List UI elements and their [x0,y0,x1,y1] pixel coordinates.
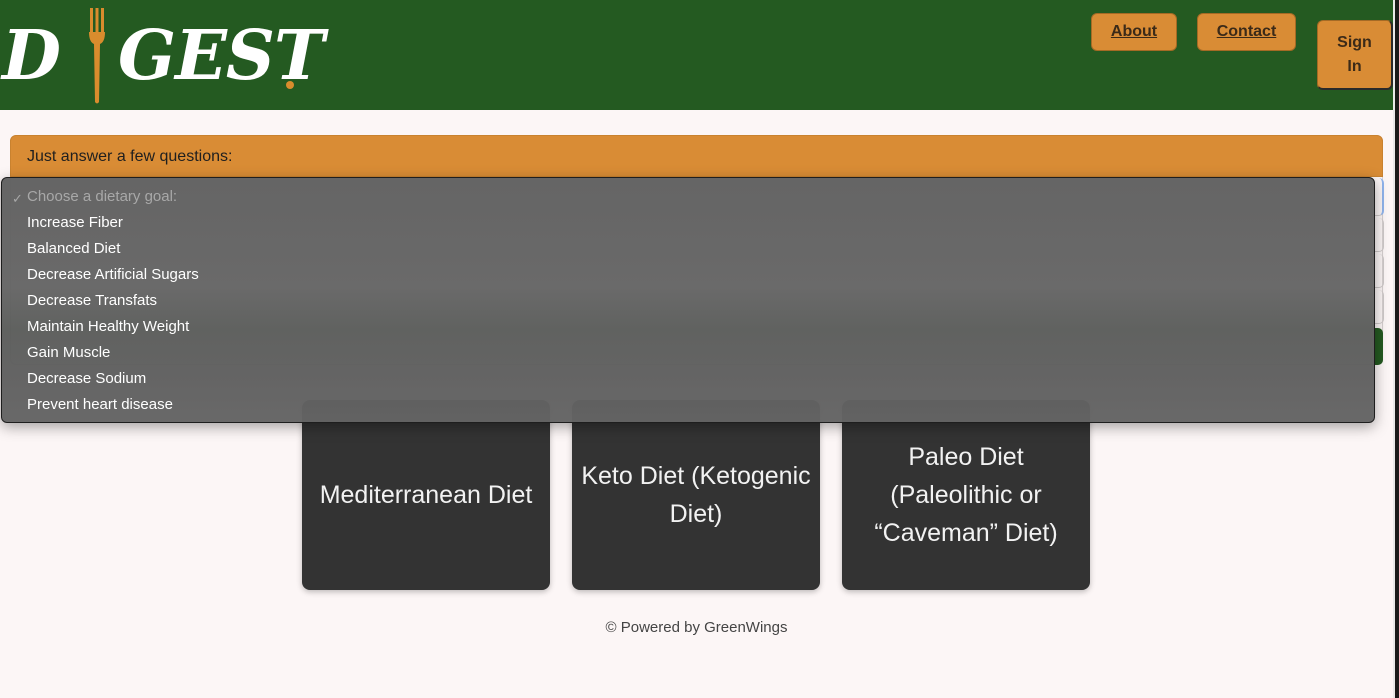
sign-in-label-line2: In [1347,57,1362,75]
question-field-4[interactable] [1374,290,1384,324]
dietary-goal-select[interactable] [1374,178,1384,216]
submit-button[interactable] [1374,328,1383,365]
logo-letters-gest: GEST [118,16,325,96]
diet-card-title: Paleo Diet (Paleolithic or “Caveman” Die… [874,443,1058,547]
dropdown-option[interactable]: Decrease Transfats [27,288,157,314]
logo-letter-d: D [2,16,61,96]
diet-card-title: Keto Diet (Ketogenic Diet) [581,462,811,528]
sign-in-label-line1: Sign [1337,33,1372,51]
question-field-3[interactable] [1374,254,1384,288]
diet-card-title: Mediterranean Diet [319,481,533,509]
dropdown-option-placeholder: Choose a dietary goal: [27,188,178,205]
site-header: D GEST About Contact Sign In [0,0,1395,110]
diet-card-paleo[interactable]: Paleo Diet (Paleolithic or “Caveman” Die… [842,400,1090,590]
questions-card-header: Just answer a few questions: [10,135,1383,177]
digest-logo[interactable]: D GEST [0,4,325,104]
dropdown-option[interactable]: Decrease Artificial Sugars [27,262,199,288]
questions-header-text: Just answer a few questions: [27,148,233,165]
dropdown-option[interactable]: Decrease Sodium [27,366,146,392]
sign-in-button[interactable]: Sign In [1317,20,1393,90]
dropdown-option[interactable]: Prevent heart disease [27,392,173,418]
about-button[interactable]: About [1091,13,1177,51]
checkmark-icon: ✓ [12,191,23,206]
dropdown-option[interactable]: Gain Muscle [27,340,110,366]
contact-button[interactable]: Contact [1197,13,1296,51]
dropdown-option[interactable]: Increase Fiber [27,210,123,236]
diet-card-keto[interactable]: Keto Diet (Ketogenic Diet) [572,400,820,590]
question-field-2[interactable] [1374,218,1384,252]
dietary-goal-dropdown-menu[interactable]: ✓ Choose a dietary goal: Increase Fiber … [1,177,1375,423]
fork-icon [89,8,105,104]
diet-card-mediterranean[interactable]: Mediterranean Diet [302,400,550,590]
footer-text: © Powered by GreenWings [605,619,788,636]
window-edge [1395,0,1399,698]
dropdown-option[interactable]: Balanced Diet [27,236,120,262]
dropdown-option[interactable]: Maintain Healthy Weight [27,314,189,340]
logo-dot [286,81,294,89]
